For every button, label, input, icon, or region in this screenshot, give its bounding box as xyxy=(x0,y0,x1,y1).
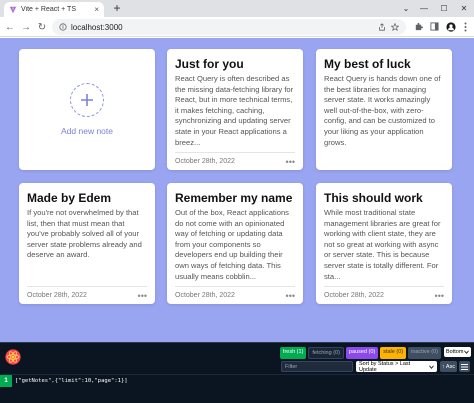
note-date: October 28th, 2022 xyxy=(27,292,87,299)
browser-tab[interactable]: Vite + React + TS × xyxy=(4,2,104,17)
query-row[interactable]: 1 ["getNotes",{"limit":10,"page":1}] xyxy=(0,374,474,387)
vite-favicon-icon xyxy=(9,6,17,13)
note-card: Remember my name Out of the box, React a… xyxy=(167,183,303,304)
add-note-card[interactable]: Add new note xyxy=(19,49,155,170)
chevron-down-icon xyxy=(464,350,469,354)
query-key: ["getNotes",{"limit":10,"page":1}] xyxy=(15,377,128,384)
note-date: October 28th, 2022 xyxy=(175,292,235,299)
note-title: My best of luck xyxy=(324,57,411,71)
paused-status-pill: paused (0) xyxy=(345,347,379,359)
url-text[interactable]: localhost:3000 xyxy=(71,23,374,32)
note-menu-icon[interactable]: ••• xyxy=(286,291,295,301)
fresh-status-pill: fresh (1) xyxy=(279,347,307,359)
note-title: This should work xyxy=(324,191,423,205)
add-note-label[interactable]: Add new note xyxy=(19,126,155,136)
note-body: If you're not overwhelmed by that list, … xyxy=(27,208,142,260)
stale-status-pill: stale (0) xyxy=(380,347,407,359)
inactive-status-pill: inactive (0) xyxy=(408,347,441,359)
note-title: Just for you xyxy=(175,57,244,71)
browser-menu-icon[interactable] xyxy=(459,20,472,33)
panel-position-value: Bottom xyxy=(446,349,464,355)
note-footer: October 28th, 2022 ••• xyxy=(324,286,444,304)
forward-icon[interactable]: → xyxy=(19,20,33,34)
note-card: Just for you React Query is often descri… xyxy=(167,49,303,170)
close-window-button[interactable]: ✕ xyxy=(456,0,472,17)
side-panel-icon[interactable] xyxy=(428,20,441,33)
browser-titlebar: Vite + React + TS × + ⌄ — ☐ ✕ xyxy=(0,0,474,17)
note-menu-icon[interactable]: ••• xyxy=(286,157,295,167)
note-body: React Query is hands down one of the bes… xyxy=(324,74,441,147)
react-query-devtools: fresh (1) fetching (0) paused (0) stale … xyxy=(0,342,474,403)
query-filter-input[interactable]: Filter xyxy=(281,361,353,372)
note-card: My best of luck React Query is hands dow… xyxy=(316,49,452,170)
tab-close-icon[interactable]: × xyxy=(94,5,99,14)
note-title: Made by Edem xyxy=(27,191,112,205)
tab-title: Vite + React + TS xyxy=(21,6,76,13)
note-date: October 28th, 2022 xyxy=(175,158,235,165)
reload-icon[interactable]: ↻ xyxy=(35,20,49,34)
note-date: October 28th, 2022 xyxy=(324,292,384,299)
note-body: Out of the box, React applications do no… xyxy=(175,208,289,281)
note-body: React Query is often described as the mi… xyxy=(175,74,294,147)
devtools-menu-button[interactable] xyxy=(459,361,470,372)
add-note-plus-icon[interactable] xyxy=(70,83,104,117)
tab-search-icon[interactable]: ⌄ xyxy=(398,0,414,17)
share-icon[interactable] xyxy=(378,23,386,31)
fetching-status-pill: fetching (0) xyxy=(308,347,344,359)
address-bar[interactable]: localhost:3000 xyxy=(52,19,406,35)
back-icon[interactable]: ← xyxy=(3,20,17,34)
sort-select[interactable]: Sort by Status > Last Update xyxy=(356,360,437,373)
maximize-button[interactable]: ☐ xyxy=(436,0,452,17)
chevron-down-icon xyxy=(429,365,434,369)
observer-count-badge: 1 xyxy=(0,374,12,387)
notes-app: Add new note Just for you React Query is… xyxy=(0,38,474,342)
note-menu-icon[interactable]: ••• xyxy=(435,291,444,301)
sort-value: Sort by Status > Last Update xyxy=(359,360,411,373)
panel-position-select[interactable]: Bottom xyxy=(444,347,471,357)
extensions-icon[interactable] xyxy=(412,20,425,33)
hamburger-icon xyxy=(461,363,468,370)
minimize-button[interactable]: — xyxy=(416,0,432,17)
site-info-icon[interactable] xyxy=(59,23,67,31)
note-title: Remember my name xyxy=(175,191,293,205)
note-card: Made by Edem If you're not overwhelmed b… xyxy=(19,183,155,304)
note-footer: October 28th, 2022 ••• xyxy=(27,286,147,304)
note-footer: October 28th, 2022 ••• xyxy=(175,286,295,304)
query-status-pills: fresh (1) fetching (0) paused (0) stale … xyxy=(279,347,441,359)
browser-toolbar: ← → ↻ localhost:3000 xyxy=(0,17,474,37)
note-footer: October 28th, 2022 ••• xyxy=(175,152,295,170)
note-body: While most traditional state management … xyxy=(324,208,441,281)
profile-avatar-icon[interactable] xyxy=(444,20,457,33)
sort-direction-button[interactable]: ↑ Asc xyxy=(440,361,457,372)
react-query-logo-icon[interactable] xyxy=(5,349,21,365)
bookmark-star-icon[interactable] xyxy=(391,23,399,31)
note-card: This should work While most traditional … xyxy=(316,183,452,304)
new-tab-button[interactable]: + xyxy=(111,1,123,15)
note-menu-icon[interactable]: ••• xyxy=(138,291,147,301)
